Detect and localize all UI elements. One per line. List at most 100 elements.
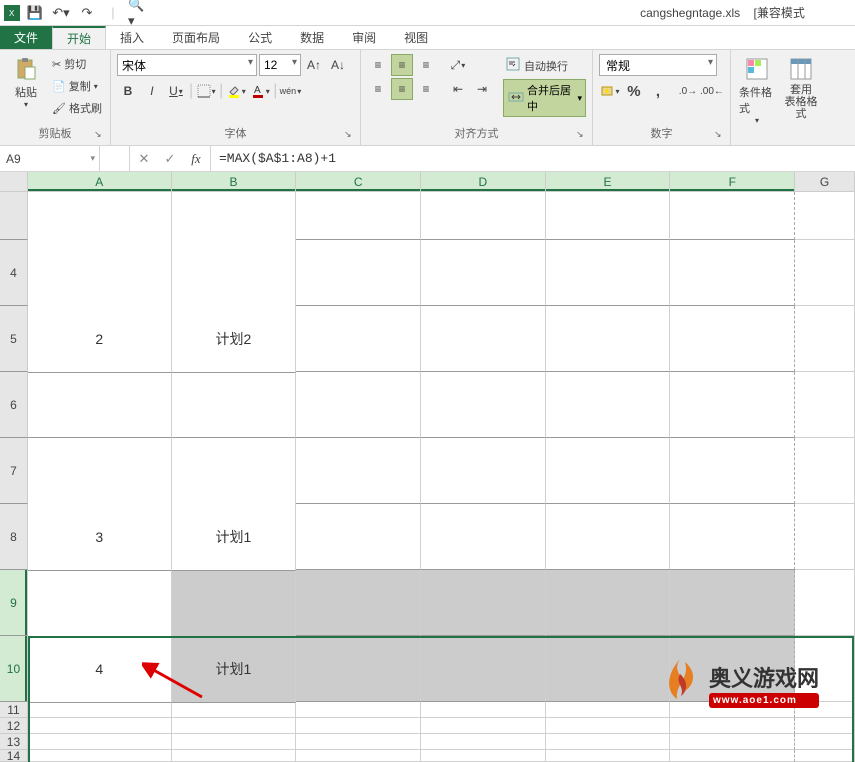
row-header-12[interactable]: 12	[0, 718, 28, 734]
row-header-13[interactable]: 13	[0, 734, 28, 750]
align-top-icon[interactable]: ≡	[367, 54, 389, 76]
cell[interactable]	[670, 372, 795, 438]
col-header-C[interactable]: C	[296, 172, 421, 192]
cell[interactable]	[546, 718, 671, 734]
increase-font-icon[interactable]: A↑	[303, 54, 325, 76]
align-bottom-icon[interactable]: ≡	[415, 54, 437, 76]
insert-function-icon[interactable]: fx	[186, 149, 206, 169]
cell[interactable]	[296, 702, 421, 718]
cell[interactable]	[795, 306, 855, 372]
cell[interactable]	[421, 750, 546, 762]
row-header-14[interactable]: 14	[0, 750, 28, 762]
cell[interactable]	[28, 718, 172, 734]
row-header-7[interactable]: 7	[0, 438, 28, 504]
paste-button[interactable]: 粘贴 ▾	[6, 54, 46, 111]
row-header-5[interactable]: 5	[0, 306, 28, 372]
cell[interactable]	[172, 192, 297, 240]
tab-data[interactable]: 数据	[286, 26, 338, 49]
cell[interactable]	[546, 192, 671, 240]
conditional-formatting-button[interactable]: 条件格式▾	[737, 54, 777, 127]
cell[interactable]	[421, 570, 546, 636]
cell[interactable]	[795, 192, 855, 240]
phonetic-button[interactable]: wén	[279, 80, 301, 102]
cell[interactable]	[795, 240, 855, 306]
cancel-formula-icon[interactable]: ✕	[134, 149, 154, 169]
cell[interactable]	[172, 718, 297, 734]
increase-decimal-icon[interactable]: .0→	[677, 80, 699, 102]
row-header-partial[interactable]	[0, 192, 28, 240]
cell[interactable]	[546, 734, 671, 750]
font-name-select[interactable]	[117, 54, 257, 76]
cell[interactable]	[28, 372, 172, 438]
cell[interactable]	[421, 306, 546, 372]
orientation-icon[interactable]: ⤢	[447, 54, 469, 76]
format-painter-button[interactable]: 🖌格式刷	[50, 98, 104, 118]
enter-formula-icon[interactable]: ✓	[160, 149, 180, 169]
cell[interactable]	[421, 240, 546, 306]
cell[interactable]	[172, 734, 297, 750]
cell[interactable]	[172, 702, 297, 718]
row-header-8[interactable]: 8	[0, 504, 28, 570]
tab-review[interactable]: 审阅	[338, 26, 390, 49]
cell[interactable]	[296, 734, 421, 750]
cell[interactable]	[546, 240, 671, 306]
align-center-icon[interactable]: ≡	[391, 78, 413, 100]
cell[interactable]	[546, 372, 671, 438]
cell[interactable]	[296, 504, 421, 570]
cell[interactable]	[421, 372, 546, 438]
cell[interactable]	[28, 192, 172, 240]
col-header-A[interactable]: A	[28, 172, 172, 192]
currency-icon[interactable]	[599, 80, 621, 102]
col-header-B[interactable]: B	[172, 172, 297, 192]
decrease-decimal-icon[interactable]: .00←	[701, 80, 723, 102]
row-header-10[interactable]: 10	[0, 636, 28, 702]
percent-icon[interactable]: %	[623, 80, 645, 102]
cell[interactable]	[546, 570, 671, 636]
cell[interactable]	[28, 750, 172, 762]
tab-home[interactable]: 开始	[52, 26, 106, 49]
cell[interactable]	[546, 306, 671, 372]
cell[interactable]	[670, 306, 795, 372]
cell[interactable]	[670, 240, 795, 306]
comma-icon[interactable]: ,	[647, 80, 669, 102]
decrease-font-icon[interactable]: A↓	[327, 54, 349, 76]
cell[interactable]	[296, 750, 421, 762]
cell[interactable]	[421, 438, 546, 504]
print-preview-icon[interactable]: 🔍▾	[128, 2, 150, 24]
row-header-9[interactable]: 9	[0, 570, 28, 636]
cell[interactable]	[296, 372, 421, 438]
cell[interactable]	[296, 240, 421, 306]
tab-insert[interactable]: 插入	[106, 26, 158, 49]
save-icon[interactable]: 💾	[24, 2, 46, 24]
cell[interactable]	[296, 570, 421, 636]
alignment-launcher-icon[interactable]: ↘	[576, 129, 588, 141]
cell[interactable]	[296, 438, 421, 504]
cell[interactable]	[546, 702, 671, 718]
cell[interactable]	[546, 438, 671, 504]
cell[interactable]	[28, 702, 172, 718]
cell[interactable]	[296, 636, 421, 702]
merge-center-button[interactable]: 合并后居中	[503, 79, 586, 117]
underline-button[interactable]: U	[165, 80, 187, 102]
align-right-icon[interactable]: ≡	[415, 78, 437, 100]
borders-button[interactable]	[195, 80, 217, 102]
align-left-icon[interactable]: ≡	[367, 78, 389, 100]
tab-view[interactable]: 视图	[390, 26, 442, 49]
cell[interactable]	[28, 734, 172, 750]
clipboard-launcher-icon[interactable]: ↘	[94, 129, 106, 141]
increase-indent-icon[interactable]: ⇥	[471, 78, 493, 100]
cell[interactable]	[296, 306, 421, 372]
italic-button[interactable]: I	[141, 80, 163, 102]
cell[interactable]	[296, 192, 421, 240]
cell[interactable]	[421, 636, 546, 702]
cell[interactable]	[795, 570, 855, 636]
cell[interactable]	[795, 438, 855, 504]
cell[interactable]	[670, 570, 795, 636]
col-header-E[interactable]: E	[546, 172, 671, 192]
bold-button[interactable]: B	[117, 80, 139, 102]
tab-file[interactable]: 文件	[0, 26, 52, 49]
cell[interactable]	[546, 636, 671, 702]
cell[interactable]	[421, 734, 546, 750]
cell[interactable]	[296, 718, 421, 734]
row-header-4[interactable]: 4	[0, 240, 28, 306]
